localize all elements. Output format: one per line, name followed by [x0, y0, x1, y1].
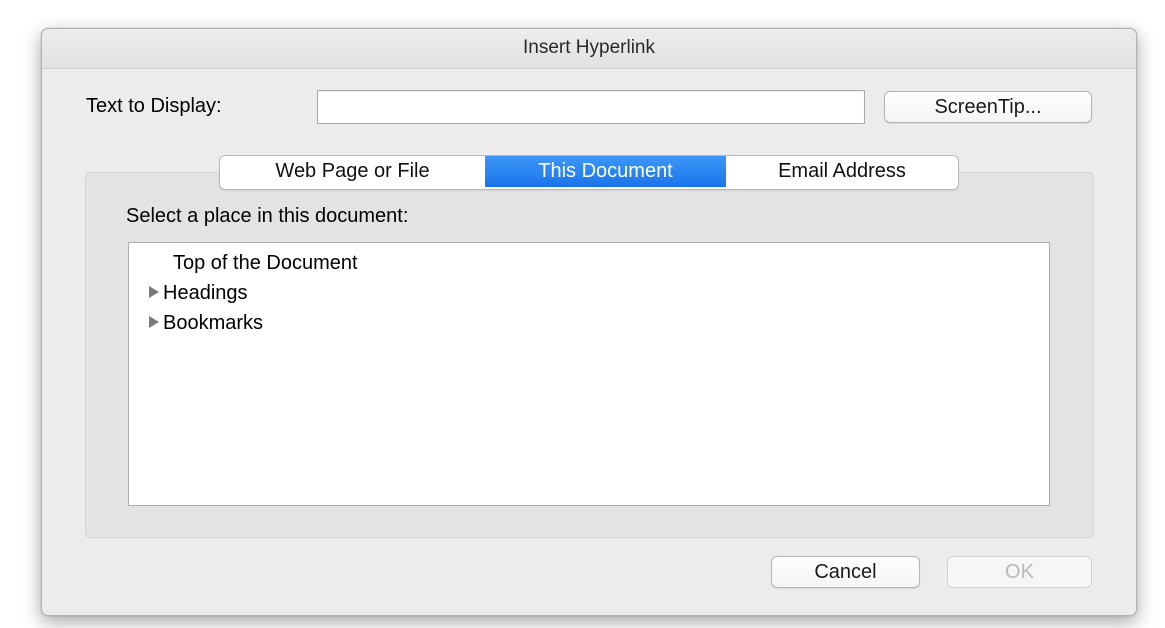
insert-hyperlink-dialog: Insert Hyperlink Text to Display: Screen…	[41, 28, 1137, 616]
text-to-display-input[interactable]	[317, 90, 865, 124]
tab-web-page-or-file[interactable]: Web Page or File	[220, 156, 485, 187]
tree-item-label: Top of the Document	[173, 252, 358, 274]
text-to-display-label: Text to Display:	[86, 95, 222, 117]
tab-this-document[interactable]: This Document	[485, 156, 726, 187]
tree-item-bookmarks[interactable]: Bookmarks	[149, 309, 263, 337]
select-place-label: Select a place in this document:	[126, 205, 409, 227]
screentip-button[interactable]: ScreenTip...	[884, 91, 1092, 123]
ok-button[interactable]: OK	[947, 556, 1092, 588]
dialog-title: Insert Hyperlink	[42, 29, 1136, 69]
disclosure-triangle-icon[interactable]	[149, 286, 159, 298]
tree-item-label: Headings	[163, 282, 248, 304]
document-places-tree[interactable]: Top of the Document Headings Bookmarks	[128, 242, 1050, 506]
cancel-button[interactable]: Cancel	[771, 556, 920, 588]
tab-email-address[interactable]: Email Address	[726, 156, 958, 187]
tree-item-label: Bookmarks	[163, 312, 264, 334]
link-type-tabs: Web Page or File This Document Email Add…	[219, 155, 959, 190]
disclosure-triangle-icon[interactable]	[149, 316, 159, 328]
tree-item-top-of-document[interactable]: Top of the Document	[149, 249, 358, 277]
tree-item-headings[interactable]: Headings	[149, 279, 248, 307]
